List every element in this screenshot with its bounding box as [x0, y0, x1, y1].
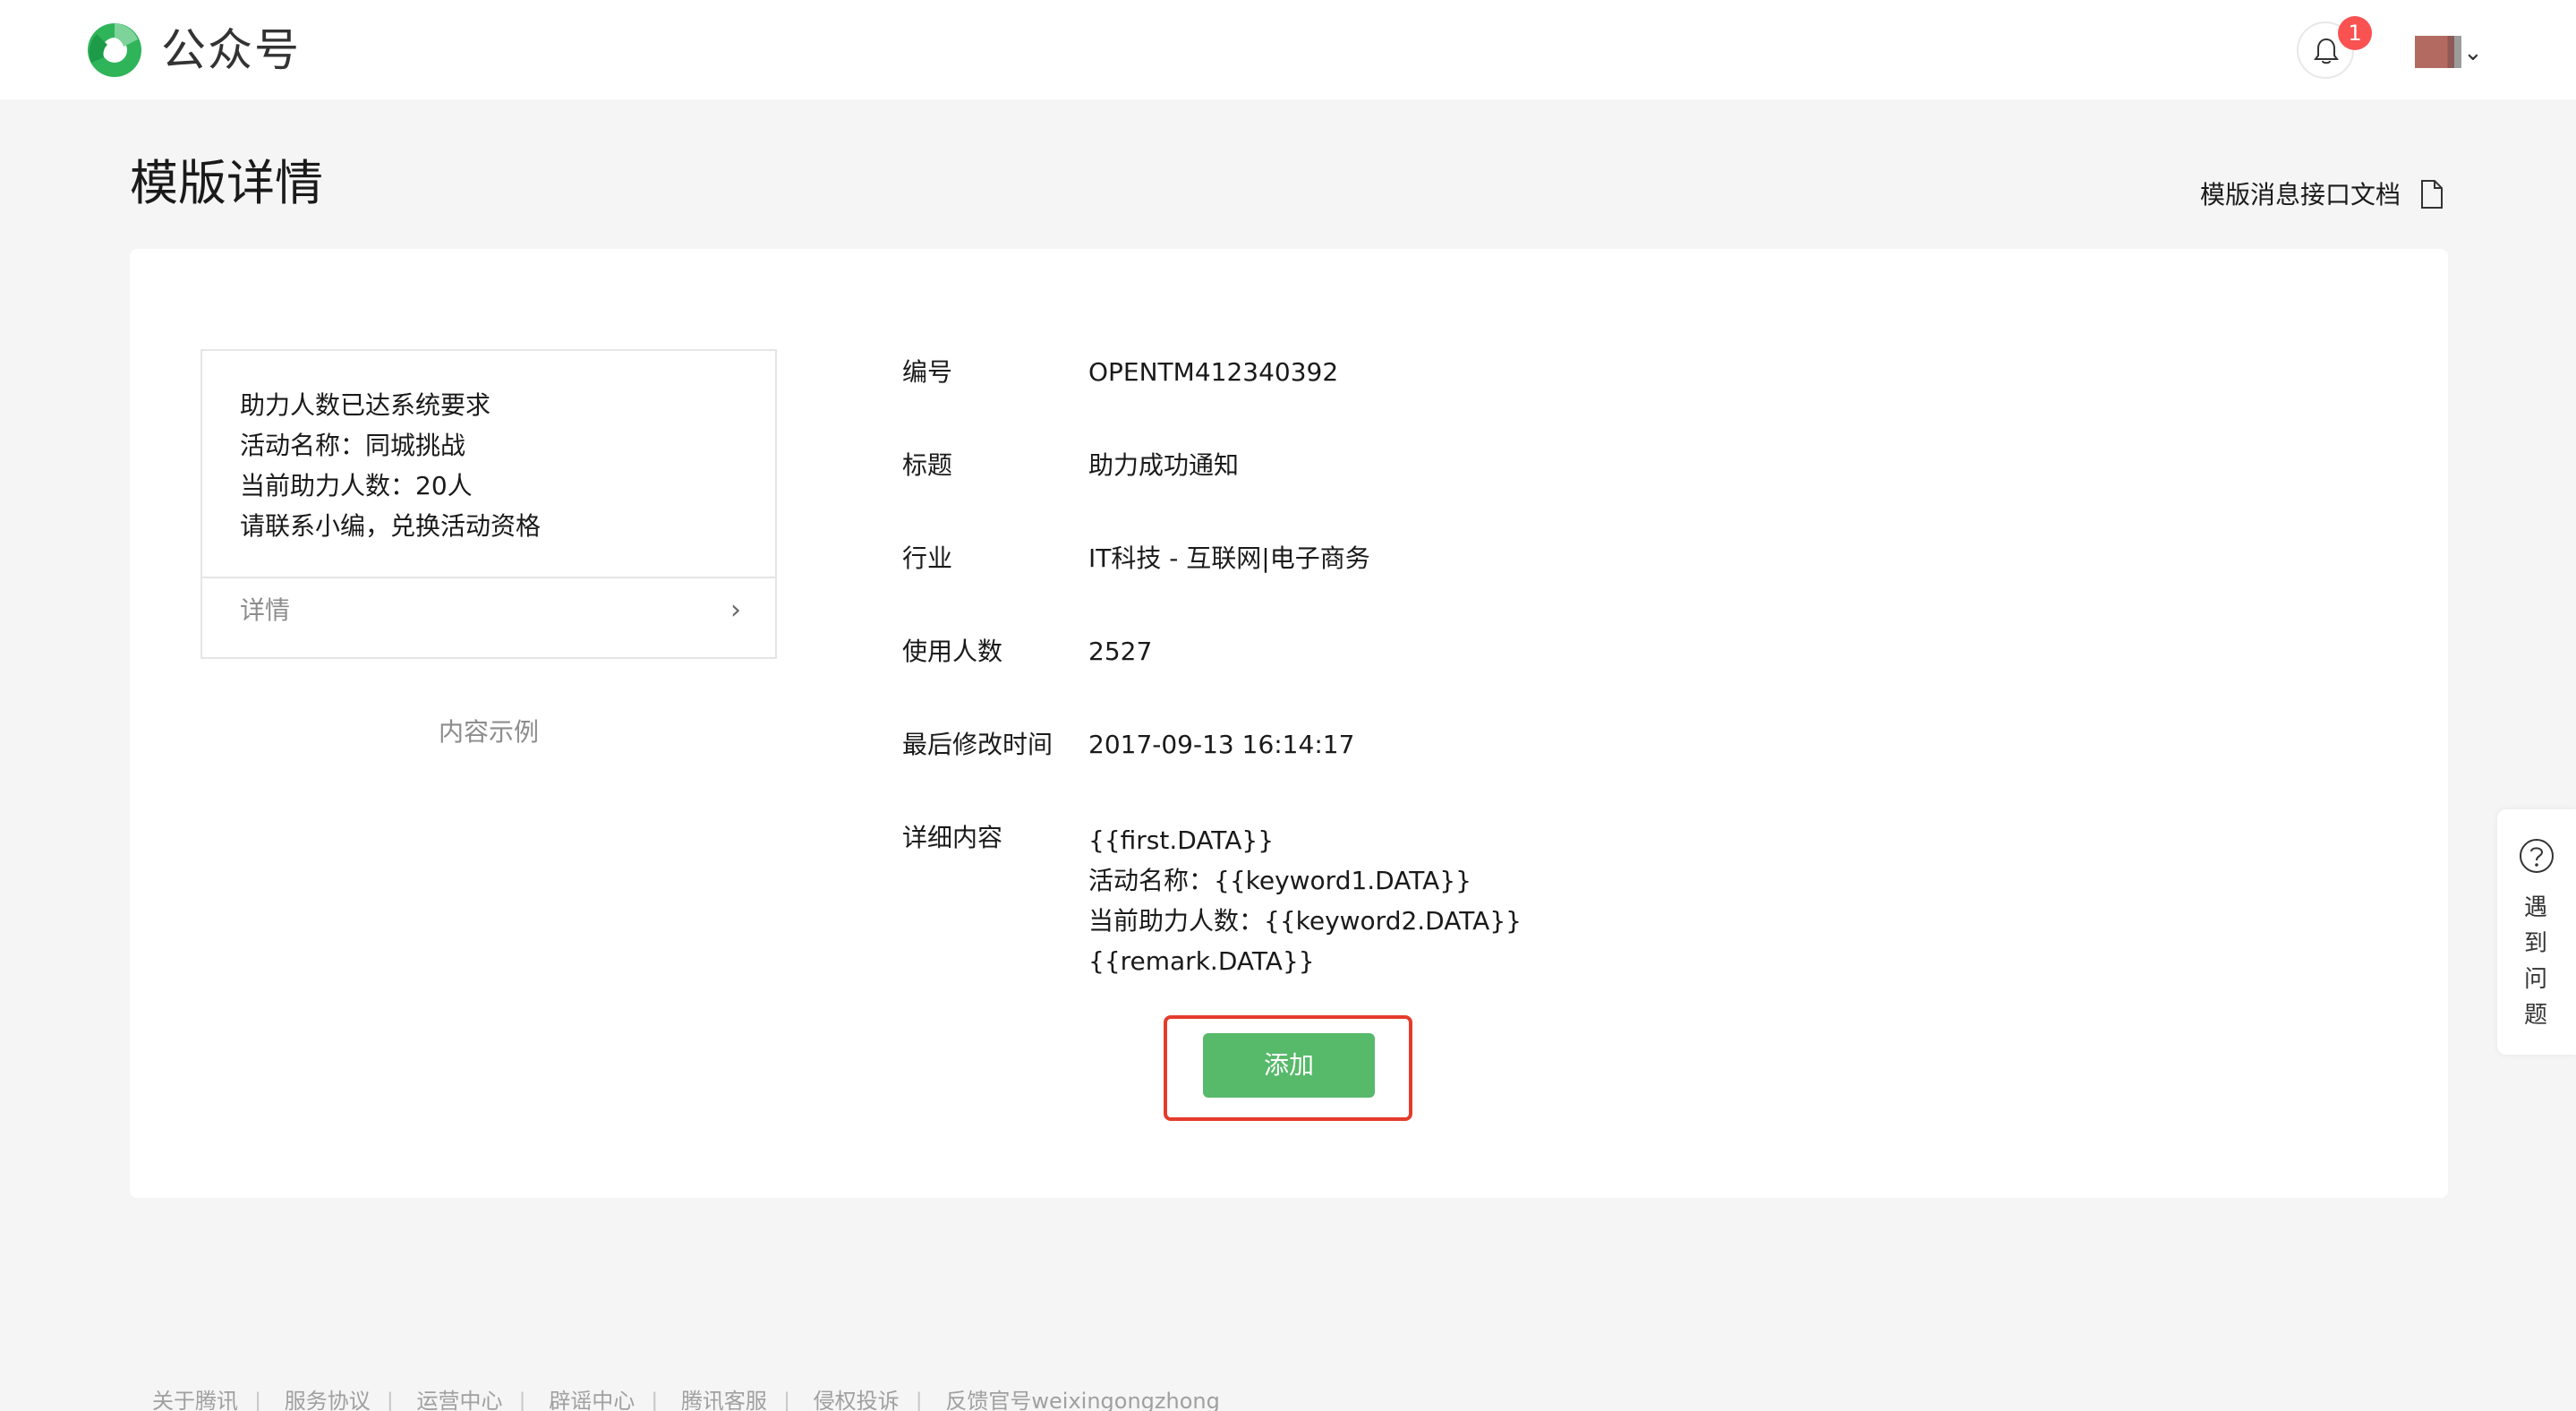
footer-separator: |: [915, 1389, 923, 1411]
chevron-down-icon[interactable]: ⌄: [2463, 39, 2483, 66]
divider: [202, 577, 775, 578]
footer-separator: |: [254, 1389, 262, 1411]
footer-link[interactable]: 关于腾讯: [152, 1389, 238, 1411]
preview-content: 助力人数已达系统要求 活动名称：同城挑战 当前助力人数：20人 请联系小编，兑换…: [240, 385, 541, 546]
detail-line: {{remark.DATA}}: [1088, 946, 1315, 976]
field-value-modified: 2017-09-13 16:14:17: [1088, 730, 1355, 759]
field-value-id: OPENTM412340392: [1088, 357, 1339, 387]
detail-content: {{first.DATA}} 活动名称：{{keyword1.DATA}} 当前…: [1088, 820, 1522, 981]
bell-icon: [2314, 38, 2339, 64]
field-value-industry: IT科技 - 互联网|电子商务: [1088, 543, 1370, 573]
field-value-users: 2527: [1088, 637, 1153, 666]
field-label-modified: 最后修改时间: [902, 730, 1053, 759]
footer-separator: |: [518, 1389, 526, 1411]
preview-line: 活动名称：同城挑战: [240, 431, 466, 460]
preview-line: 助力人数已达系统要求: [240, 390, 491, 420]
preview-line: 当前助力人数：20人: [240, 471, 473, 500]
field-label-industry: 行业: [902, 543, 953, 573]
preview-line: 请联系小编，兑换活动资格: [240, 511, 542, 541]
footer-link[interactable]: 辟谣中心: [549, 1389, 635, 1411]
detail-line: 活动名称：{{keyword1.DATA}}: [1088, 866, 1471, 895]
footer-link[interactable]: 服务协议: [285, 1389, 371, 1411]
help-label: 遇到问题: [2524, 894, 2548, 1029]
avatar[interactable]: [2415, 36, 2461, 68]
detail-line: 当前助力人数：{{keyword2.DATA}}: [1088, 906, 1522, 936]
message-preview: 助力人数已达系统要求 活动名称：同城挑战 当前助力人数：20人 请联系小编，兑换…: [200, 349, 777, 659]
app-name[interactable]: 公众号: [161, 21, 301, 79]
footer-separator: |: [782, 1389, 791, 1411]
detail-line: {{first.DATA}}: [1088, 825, 1275, 855]
top-bar: 公众号 1 ⌄: [0, 0, 2576, 99]
api-doc-link[interactable]: 模版消息接口文档: [2200, 177, 2401, 213]
footer-link[interactable]: 腾讯客服: [681, 1389, 767, 1411]
footer-separator: |: [386, 1389, 394, 1411]
footer-link[interactable]: 侵权投诉: [814, 1389, 900, 1411]
field-label-title: 标题: [902, 450, 953, 480]
logo-icon[interactable]: [84, 20, 145, 81]
add-button[interactable]: 添加: [1203, 1033, 1375, 1098]
notification-badge: 1: [2338, 16, 2372, 50]
page-title: 模版详情: [130, 155, 323, 211]
help-tab[interactable]: 遇到问题: [2497, 809, 2576, 1055]
field-label-users: 使用人数: [902, 637, 1003, 666]
field-label-detail: 详细内容: [902, 823, 1003, 852]
field-label-id: 编号: [902, 357, 953, 387]
footer: 关于腾讯 | 服务协议 | 运营中心 | 辟谣中心 | 腾讯客服 | 侵权投诉 | 反馈官号…: [152, 1386, 1220, 1411]
preview-caption: 内容示例: [438, 717, 539, 747]
footer-separator: |: [651, 1389, 659, 1411]
field-value-title: 助力成功通知: [1088, 450, 1240, 480]
document-icon[interactable]: [2420, 179, 2444, 210]
chevron-right-icon: ›: [730, 594, 741, 626]
preview-detail-link[interactable]: 详情: [240, 593, 290, 629]
footer-link[interactable]: 反馈官号weixingongzhong: [945, 1389, 1219, 1411]
question-icon: [2520, 839, 2554, 873]
footer-link[interactable]: 运营中心: [416, 1389, 502, 1411]
